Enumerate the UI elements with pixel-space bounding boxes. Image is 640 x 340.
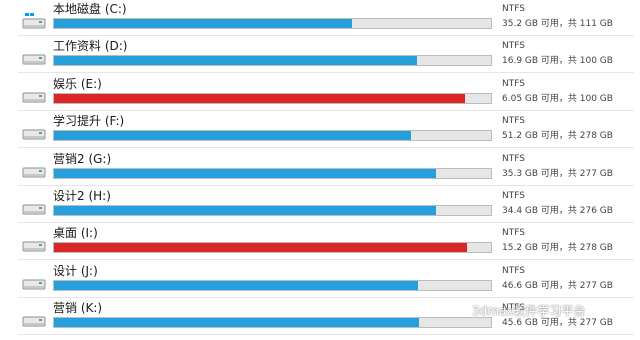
drive-name: 设计 (J:) [53, 264, 98, 278]
drive-icon [22, 279, 46, 290]
drive-name: 桌面 (I:) [53, 226, 98, 240]
drive-row-i[interactable]: 桌面 (I:) NTFS 15.2 GB 可用，共 278 GB [0, 224, 640, 260]
filesystem-label: NTFS [502, 191, 525, 201]
usage-bar-fill [54, 131, 411, 140]
usage-bar-fill [54, 318, 419, 327]
drive-name: 营销 (K:) [53, 301, 103, 315]
free-space-label: 34.4 GB 可用，共 276 GB [502, 206, 613, 216]
drive-name: 娱乐 (E:) [53, 77, 102, 91]
drive-row-g[interactable]: 营销2 (G:) NTFS 35.3 GB 可用，共 277 GB [0, 150, 640, 186]
drive-icon [22, 92, 46, 103]
usage-bar [53, 18, 492, 29]
filesystem-label: NTFS [502, 4, 525, 14]
drive-row-c[interactable]: 本地磁盘 (C:) NTFS 35.2 GB 可用，共 111 GB [0, 0, 640, 36]
filesystem-label: NTFS [502, 116, 525, 126]
drive-row-d[interactable]: 工作资料 (D:) NTFS 16.9 GB 可用，共 100 GB [0, 37, 640, 73]
usage-bar-fill [54, 206, 437, 215]
drive-icon [22, 316, 46, 327]
filesystem-label: NTFS [502, 228, 525, 238]
usage-bar [53, 93, 492, 104]
usage-bar [53, 130, 492, 141]
drive-name: 工作资料 (D:) [53, 39, 128, 53]
free-space-label: 15.2 GB 可用，共 278 GB [502, 243, 613, 253]
usage-bar-fill [54, 94, 465, 103]
filesystem-label: NTFS [502, 303, 525, 313]
usage-bar [53, 205, 492, 216]
usage-bar-fill [54, 19, 353, 28]
drive-row-k[interactable]: 营销 (K:) NTFS 45.6 GB 可用，共 277 GB [0, 299, 640, 335]
drive-icon [22, 167, 46, 178]
usage-bar-fill [54, 169, 436, 178]
drive-name: 营销2 (G:) [53, 152, 112, 166]
filesystem-label: NTFS [502, 154, 525, 164]
free-space-label: 51.2 GB 可用，共 278 GB [502, 131, 613, 141]
usage-bar [53, 280, 492, 291]
free-space-label: 6.05 GB 可用，共 100 GB [502, 94, 613, 104]
usage-bar-fill [54, 56, 418, 65]
drive-row-h[interactable]: 设计2 (H:) NTFS 34.4 GB 可用，共 276 GB [0, 187, 640, 223]
drive-icon [22, 204, 46, 215]
drive-name: 学习提升 (F:) [53, 114, 125, 128]
drive-icon [22, 241, 46, 252]
free-space-label: 35.2 GB 可用，共 111 GB [502, 19, 613, 29]
usage-bar [53, 55, 492, 66]
drive-icon [22, 54, 46, 65]
usage-bar [53, 242, 492, 253]
free-space-label: 35.3 GB 可用，共 277 GB [502, 169, 613, 179]
usage-bar [53, 317, 492, 328]
free-space-label: 46.6 GB 可用，共 277 GB [502, 281, 613, 291]
usage-bar [53, 168, 492, 179]
drive-row-j[interactable]: 设计 (J:) NTFS 46.6 GB 可用，共 277 GB [0, 262, 640, 298]
drive-name: 本地磁盘 (C:) [53, 2, 127, 16]
filesystem-label: NTFS [502, 79, 525, 89]
usage-bar-fill [54, 281, 418, 290]
drive-row-f[interactable]: 学习提升 (F:) NTFS 51.2 GB 可用，共 278 GB [0, 112, 640, 148]
free-space-label: 16.9 GB 可用，共 100 GB [502, 56, 613, 66]
filesystem-label: NTFS [502, 266, 525, 276]
filesystem-label: NTFS [502, 41, 525, 51]
drive-name: 设计2 (H:) [53, 189, 111, 203]
drive-icon [22, 129, 46, 140]
drive-row-e[interactable]: 娱乐 (E:) NTFS 6.05 GB 可用，共 100 GB [0, 75, 640, 111]
free-space-label: 45.6 GB 可用，共 277 GB [502, 318, 613, 328]
usage-bar-fill [54, 243, 467, 252]
drive-list: 本地磁盘 (C:) NTFS 35.2 GB 可用，共 111 GB 工作资料 … [0, 0, 640, 340]
windows-drive-icon [22, 13, 46, 29]
